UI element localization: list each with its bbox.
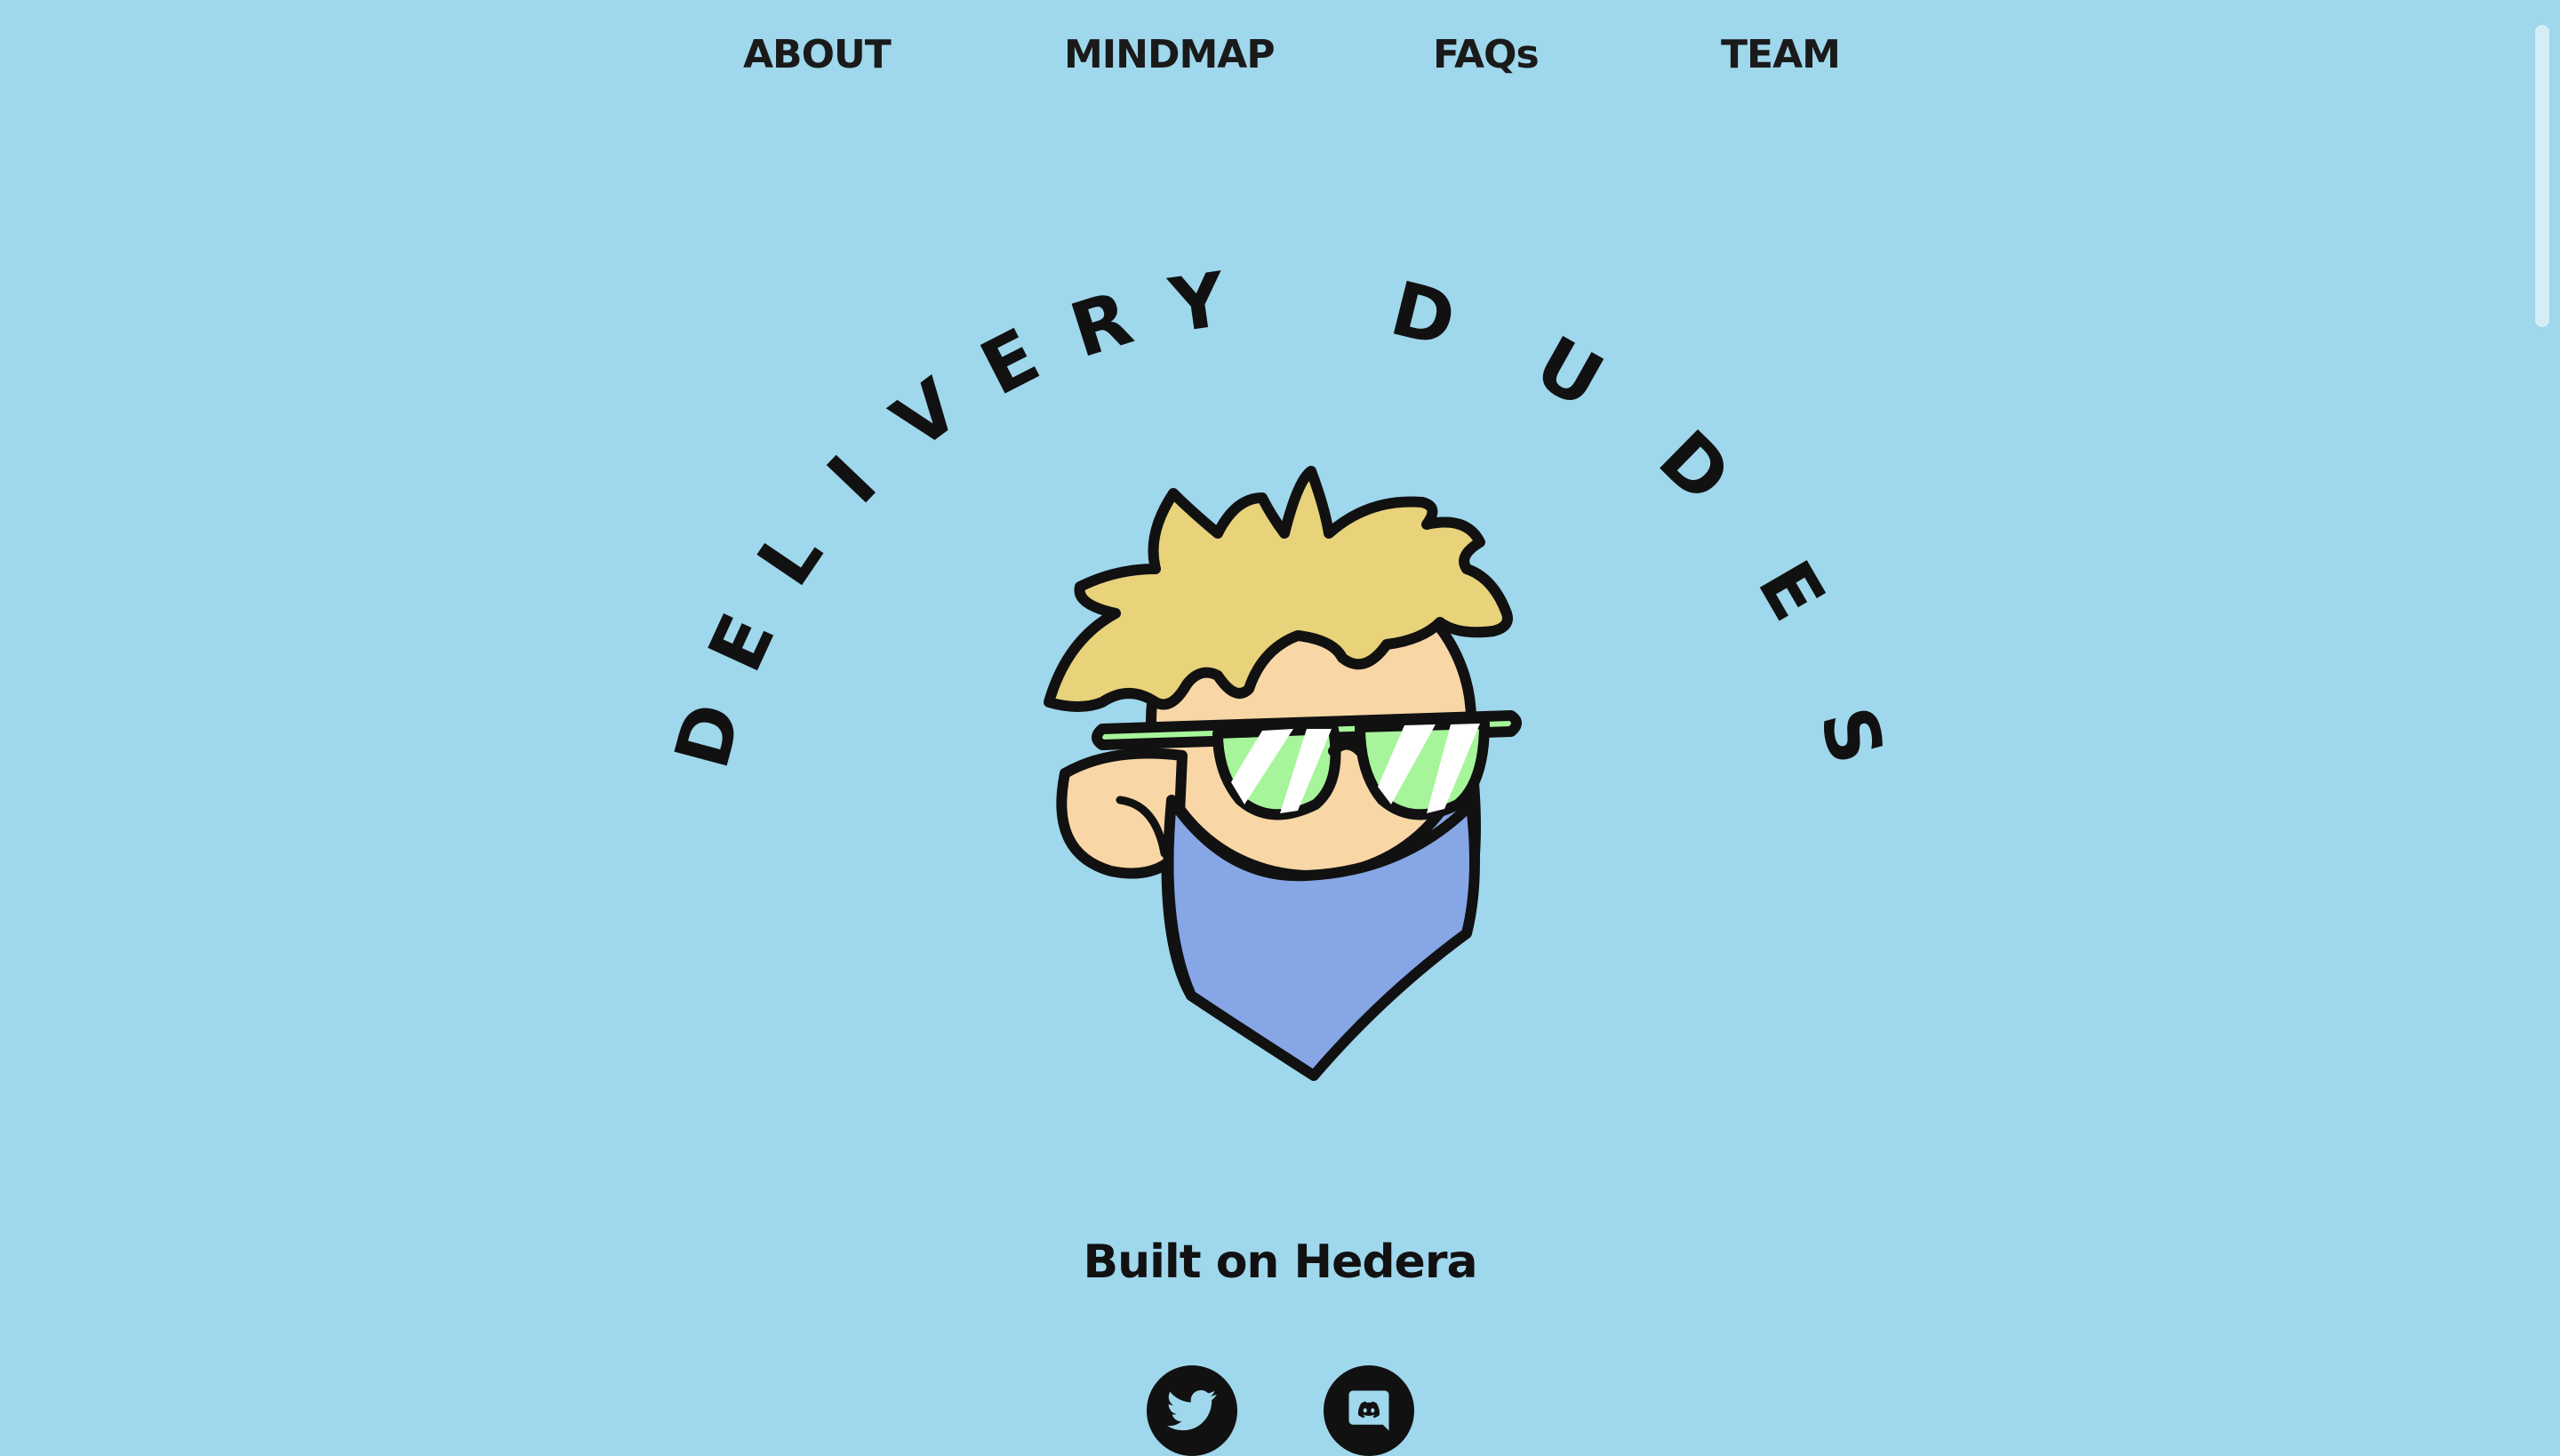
page: ABOUT MINDMAP FAQs TEAM DELIVERYDUDES Bu… [0,0,2560,1456]
arc-letter-left-0: D [658,694,758,777]
discord-button[interactable] [1324,1365,1414,1456]
hero-graphic: DELIVE R Y DUDES [658,255,1901,1081]
arc-letter-left-2: L [740,513,839,601]
arc-letter-left-3: I [811,440,892,520]
discord-icon [1348,1390,1389,1431]
arc-letter-left-6: R [1060,275,1141,375]
twitter-button[interactable] [1147,1365,1237,1456]
mascot-image [1044,466,1522,1081]
arc-letter-right-1: U [1522,319,1617,425]
arc-letter-left-1: E [692,602,792,684]
arc-letter-left-5: E [967,312,1052,412]
arc-letter-right-0: D [1382,265,1463,364]
arc-letter-right-3: E [1741,547,1843,635]
hero: DELIVERYDUDES [0,0,2560,1156]
arc-letter-left-7: Y [1164,255,1231,349]
twitter-icon [1167,1389,1217,1431]
arc-letter-left-4: V [876,362,975,466]
built-on-hedera-text: Built on Hedera [1083,1236,1477,1289]
arc-letter-right-4: S [1803,699,1900,773]
arc-letter-right-2: D [1643,414,1748,520]
